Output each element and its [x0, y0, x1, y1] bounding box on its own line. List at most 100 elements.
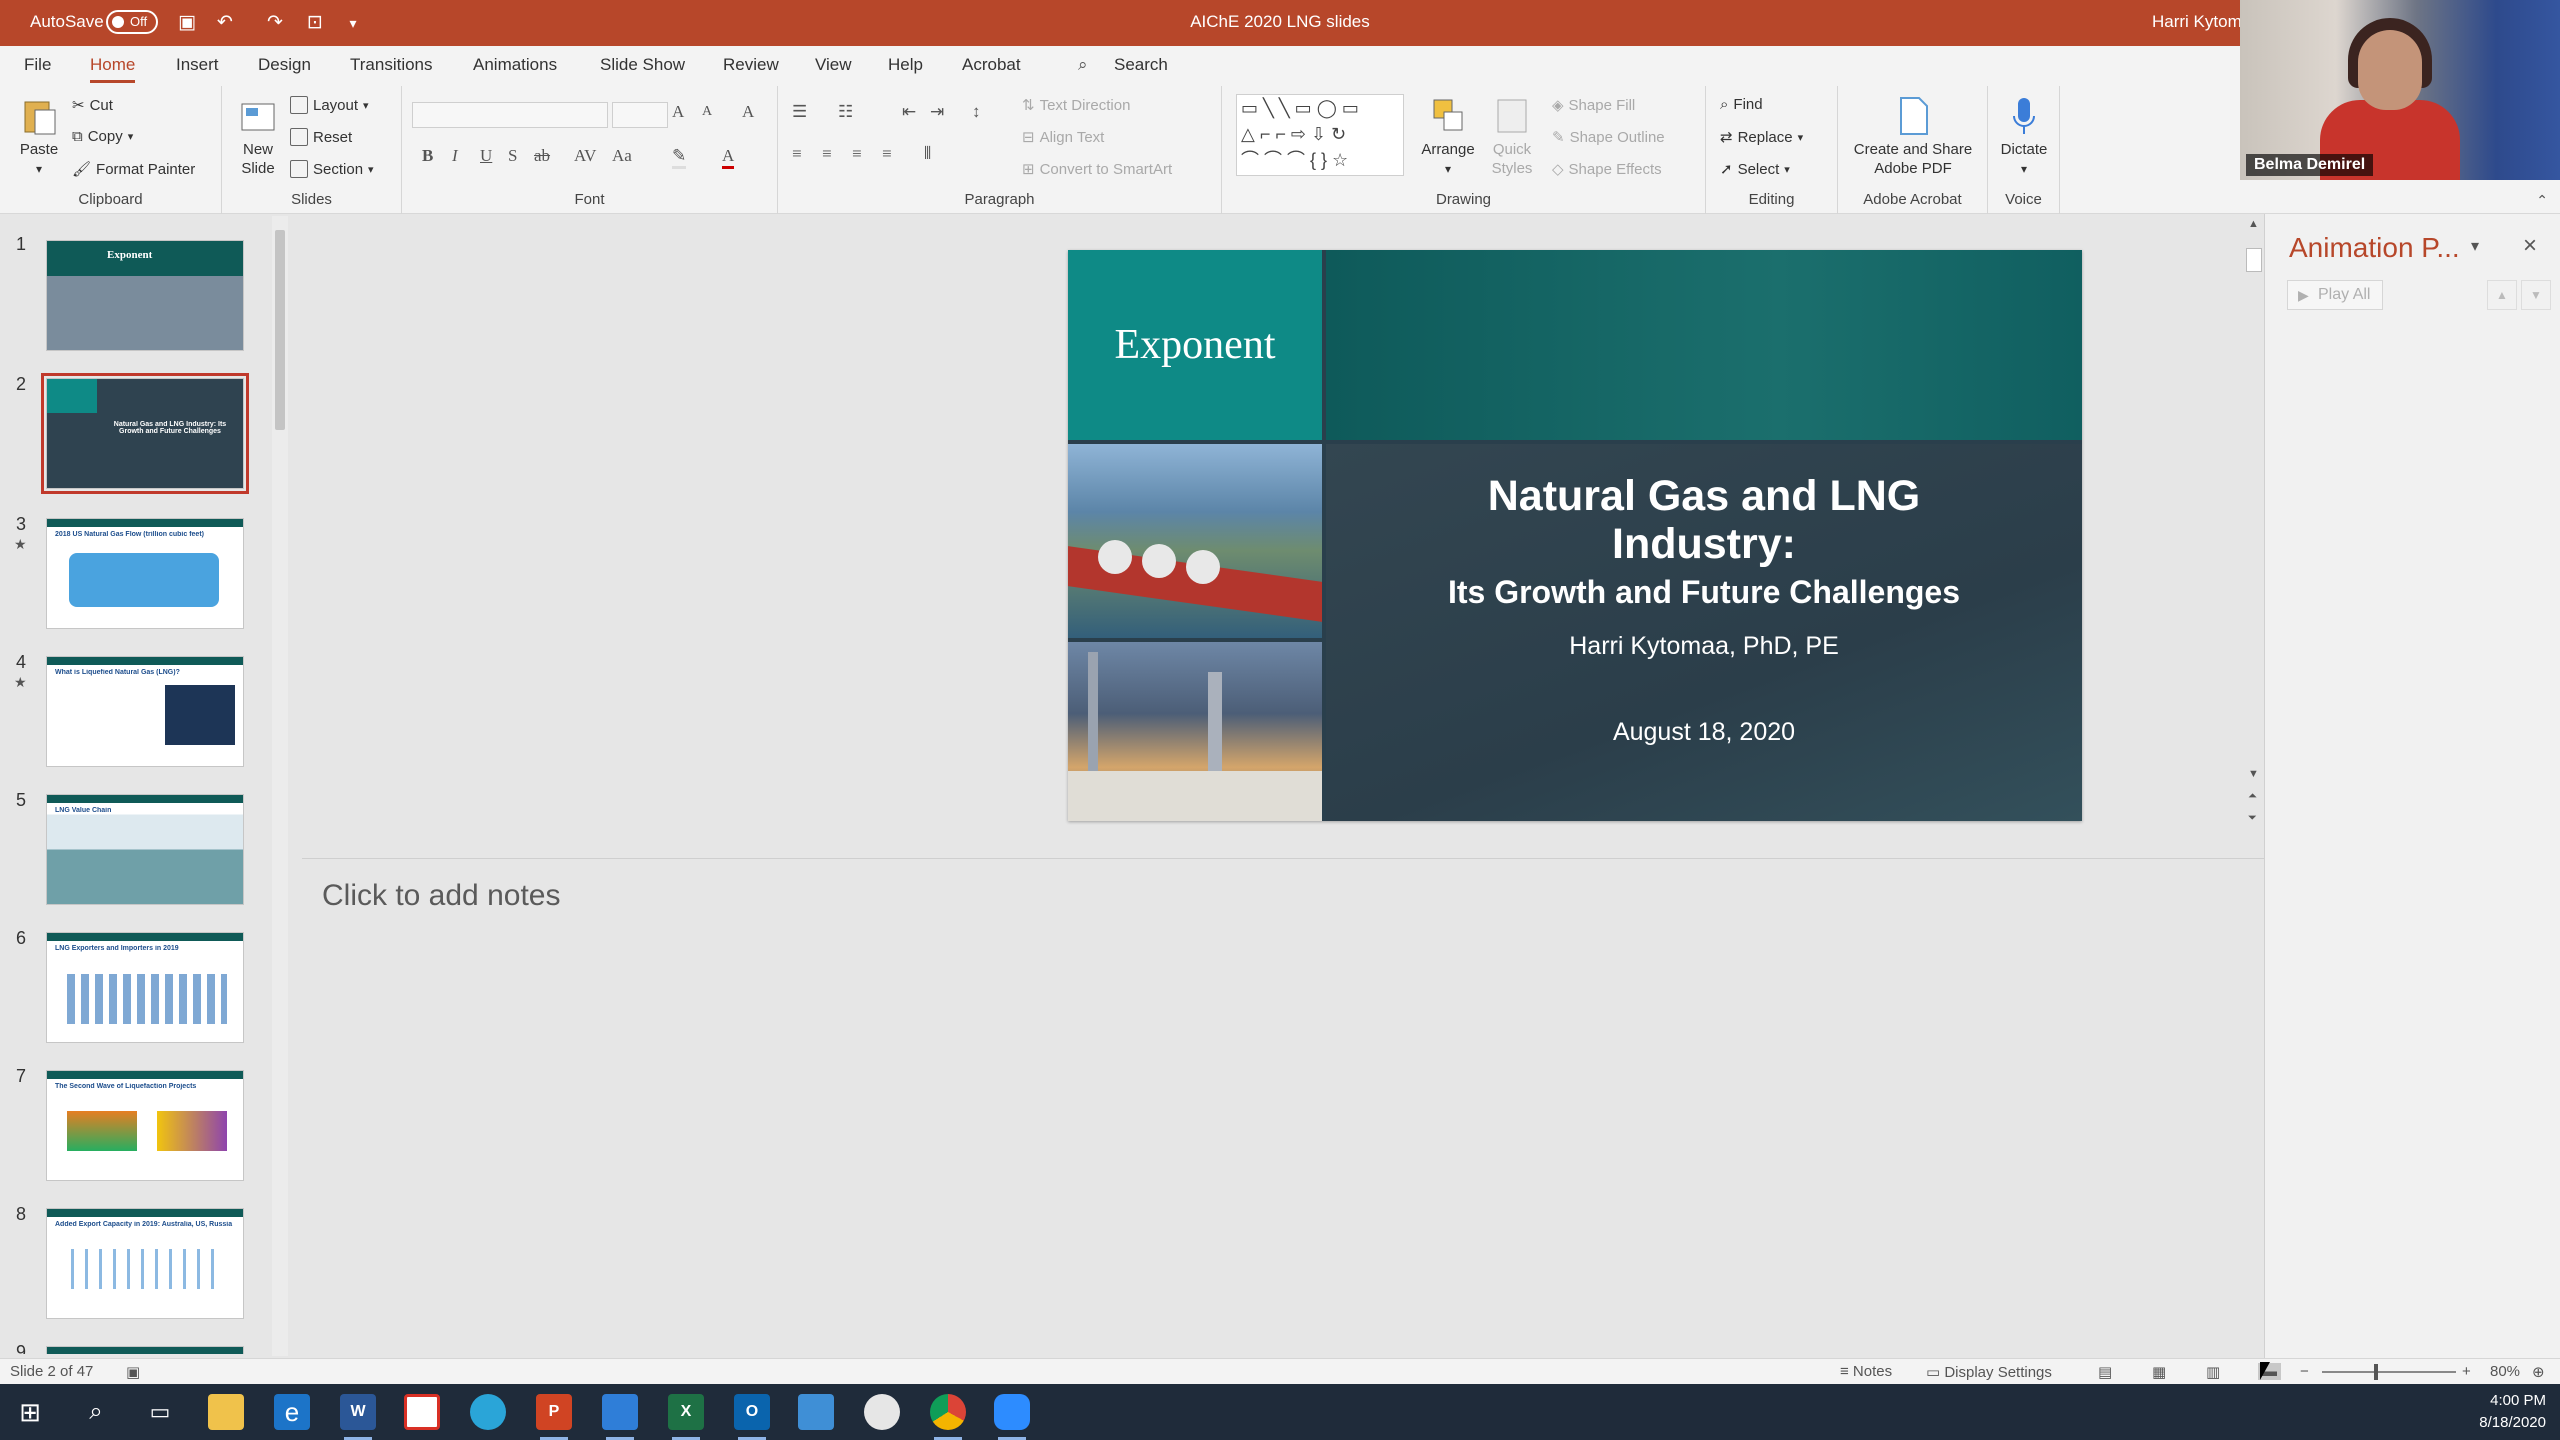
outlook-icon[interactable]: O — [734, 1394, 770, 1440]
find-button[interactable]: ⌕ Find — [1720, 96, 1763, 113]
bold-icon[interactable]: B — [422, 146, 433, 166]
slide-sorter-icon[interactable]: ▦ — [2152, 1363, 2166, 1381]
fit-to-window-icon[interactable]: ⊕ — [2532, 1363, 2545, 1381]
save-icon[interactable]: ▣ — [174, 10, 200, 36]
shrink-font-icon[interactable]: A — [702, 104, 712, 120]
tab-design[interactable]: Design — [258, 55, 311, 75]
align-text-button[interactable]: ⊟ Align Text — [1022, 128, 1104, 147]
new-slide-button[interactable]: New Slide — [230, 96, 286, 178]
edge-icon[interactable]: e — [274, 1394, 310, 1430]
dictate-button[interactable]: Dictate ▾ — [1992, 96, 2056, 179]
excel-icon[interactable]: X — [668, 1394, 704, 1440]
redo-icon[interactable]: ↷ — [262, 10, 288, 36]
shape-effects-button[interactable]: ◇ Shape Effects — [1552, 160, 1662, 179]
reading-view-icon[interactable]: ▥ — [2206, 1363, 2220, 1381]
strikethrough-icon[interactable]: ab — [534, 146, 550, 166]
zoom-app-icon[interactable] — [994, 1394, 1030, 1440]
notes-button[interactable]: ≡ Notes — [1840, 1363, 1892, 1380]
justify-icon[interactable]: ≡ — [882, 144, 892, 164]
move-up-icon[interactable]: ▲ — [2487, 280, 2517, 310]
windows-start-icon[interactable]: ⊞ — [12, 1394, 48, 1430]
zoom-level[interactable]: 80% — [2490, 1363, 2520, 1380]
reset-button[interactable]: Reset — [290, 128, 352, 146]
zoom-out-icon[interactable]: − — [2300, 1363, 2309, 1380]
slide-thumbnail-6[interactable]: LNG Exporters and Importers in 2019 — [46, 932, 244, 1043]
accessibility-icon[interactable]: ▣ — [126, 1363, 140, 1381]
tab-slide-show[interactable]: Slide Show — [600, 55, 685, 75]
zoom-slider[interactable] — [2322, 1364, 2456, 1380]
system-clock[interactable]: 4:00 PM 8/18/2020 — [2479, 1390, 2546, 1434]
chrome-icon[interactable] — [930, 1394, 966, 1440]
layout-button[interactable]: Layout ▾ — [290, 96, 369, 114]
grow-font-icon[interactable]: A — [672, 102, 684, 122]
align-center-icon[interactable]: ≡ — [822, 144, 832, 164]
convert-smartart-button[interactable]: ⊞ Convert to SmartArt — [1022, 160, 1172, 179]
columns-icon[interactable]: ⫴ — [924, 144, 931, 164]
decrease-indent-icon[interactable]: ⇤ — [902, 102, 916, 122]
slide-thumbnail-9[interactable] — [46, 1346, 244, 1354]
change-case-icon[interactable]: Aa — [612, 146, 632, 166]
font-color-icon[interactable]: A — [722, 146, 735, 169]
copy-button[interactable]: ⧉ Copy ▾ — [72, 128, 133, 145]
notes-placeholder[interactable]: Click to add notes — [322, 879, 560, 913]
replace-button[interactable]: ⇄ Replace ▾ — [1720, 128, 1803, 147]
align-left-icon[interactable]: ≡ — [792, 144, 802, 164]
cut-button[interactable]: ✂ Cut — [72, 96, 113, 115]
tab-review[interactable]: Review — [723, 55, 779, 75]
webex-icon[interactable] — [470, 1394, 506, 1430]
thumbnails-scrollbar[interactable] — [272, 216, 288, 1356]
underline-icon[interactable]: U — [480, 146, 492, 166]
slide-scrollbar[interactable]: ▲ ▼ ⏶ ⏷ — [2244, 216, 2264, 836]
numbering-icon[interactable]: ☷ — [838, 102, 853, 122]
font-name-box[interactable] — [412, 102, 608, 128]
autosave-toggle[interactable]: Off — [106, 10, 158, 34]
collapse-ribbon-icon[interactable]: ⌃ — [2536, 192, 2548, 209]
customize-qat-icon[interactable]: ▾ — [340, 10, 366, 36]
align-right-icon[interactable]: ≡ — [852, 144, 862, 164]
highlight-icon[interactable]: ✎ — [672, 146, 687, 169]
italic-icon[interactable]: I — [452, 146, 458, 166]
tab-transitions[interactable]: Transitions — [350, 55, 433, 75]
display-settings-button[interactable]: ▭ Display Settings — [1926, 1363, 2052, 1381]
scroll-up-icon[interactable]: ▲ — [2248, 218, 2259, 230]
shape-outline-button[interactable]: ✎ Shape Outline — [1552, 128, 1665, 147]
shadow-icon[interactable]: S — [508, 146, 517, 166]
char-spacing-icon[interactable]: AV — [574, 146, 596, 166]
slide-thumbnail-5[interactable]: LNG Value Chain — [46, 794, 244, 905]
section-button[interactable]: Section ▾ — [290, 160, 374, 178]
move-down-icon[interactable]: ▼ — [2521, 280, 2551, 310]
present-icon[interactable]: ⊡ — [302, 10, 328, 36]
line-spacing-icon[interactable]: ↕ — [972, 102, 981, 122]
pane-options-icon[interactable]: ▾ — [2471, 236, 2479, 256]
generic-app-icon[interactable] — [602, 1394, 638, 1440]
powerpoint-icon[interactable]: P — [536, 1394, 572, 1440]
select-button[interactable]: ➚ Select ▾ — [1720, 160, 1790, 179]
arrange-button[interactable]: Arrange ▾ — [1418, 96, 1478, 179]
play-all-button[interactable]: ▶ Play All — [2287, 280, 2383, 310]
create-pdf-button[interactable]: Create and Share Adobe PDF — [1842, 96, 1984, 178]
search-icon[interactable]: ⌕ — [78, 1394, 114, 1430]
clear-format-icon[interactable]: A — [742, 102, 754, 122]
tab-insert[interactable]: Insert — [176, 55, 219, 75]
shape-fill-button[interactable]: ◈ Shape Fill — [1552, 96, 1635, 115]
slide-thumbnail-2[interactable]: Natural Gas and LNG Industry: Its Growth… — [41, 373, 249, 494]
photos-icon[interactable] — [798, 1394, 834, 1430]
tab-home[interactable]: Home — [90, 55, 136, 83]
search-box[interactable]: Search — [1114, 55, 1168, 75]
tab-file[interactable]: File — [24, 55, 51, 75]
quick-styles-button[interactable]: Quick Styles — [1482, 96, 1542, 178]
scroll-down-icon[interactable]: ▼ — [2248, 768, 2259, 780]
tab-acrobat[interactable]: Acrobat — [962, 55, 1021, 75]
current-slide[interactable]: Exponent Natural Gas and LNG Industry: I… — [1068, 250, 2082, 821]
file-explorer-icon[interactable] — [208, 1394, 244, 1430]
tab-view[interactable]: View — [815, 55, 852, 75]
next-slide-icon[interactable]: ⏷ — [2248, 812, 2257, 825]
search-icon[interactable]: ⌕ — [1078, 55, 1088, 75]
undo-icon[interactable]: ↶ — [212, 10, 238, 36]
pdf-reader-icon[interactable] — [404, 1394, 440, 1430]
shapes-gallery[interactable]: ▭╲╲▭◯▭ △⌐⌐⇨⇩↻ ⌒⌒⌒{}☆ — [1236, 94, 1404, 176]
slide-thumbnail-7[interactable]: The Second Wave of Liquefaction Projects — [46, 1070, 244, 1181]
slide-thumbnail-3[interactable]: 2018 US Natural Gas Flow (trillion cubic… — [46, 518, 244, 629]
slide-thumbnail-8[interactable]: Added Export Capacity in 2019: Australia… — [46, 1208, 244, 1319]
word-icon[interactable]: W — [340, 1394, 376, 1440]
